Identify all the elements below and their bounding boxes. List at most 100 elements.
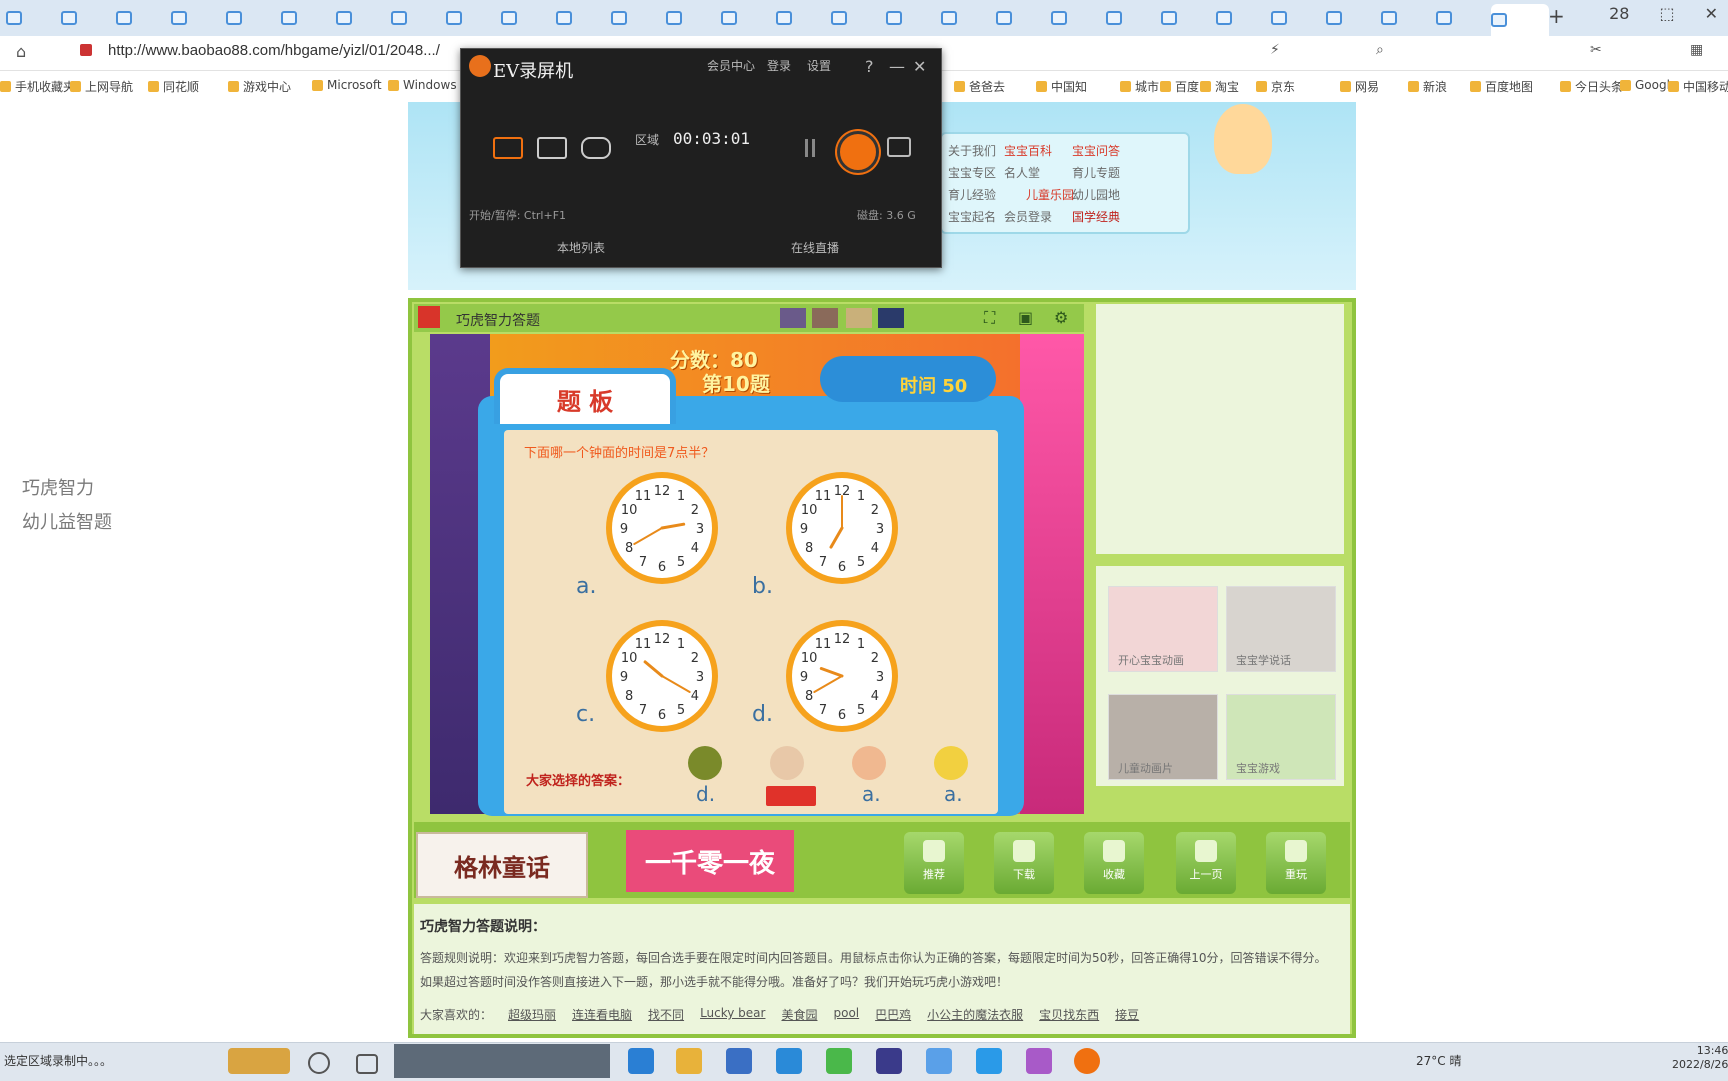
related-game-link[interactable]: 超级玛丽	[508, 1006, 556, 1023]
browser-tab[interactable]	[721, 6, 769, 30]
clock-option[interactable]: 1 2 3 4 5 6 7 8 9 10 11 12	[786, 472, 898, 584]
related-game-link[interactable]: pool	[833, 1006, 859, 1023]
bookmark-item[interactable]: 中国移动	[1668, 78, 1728, 95]
browser-tab[interactable]	[1491, 4, 1549, 36]
related-game-link[interactable]: 小公主的魔法衣服	[927, 1006, 1023, 1023]
game-mode-icon[interactable]	[581, 137, 611, 159]
close-button[interactable]: ✕	[1705, 4, 1718, 23]
record-stop-button[interactable]	[837, 131, 879, 173]
site-nav-link[interactable]: 幼儿园地	[1072, 186, 1120, 203]
bookmark-item[interactable]: 新浪	[1408, 78, 1447, 95]
bookmark-item[interactable]: 今日头条	[1560, 78, 1623, 95]
local-list-tab[interactable]: 本地列表	[557, 239, 605, 256]
grimm-tales-banner[interactable]: 格林童话	[416, 832, 588, 898]
settings-gear-icon[interactable]: ⚙	[1054, 308, 1068, 327]
site-nav-link[interactable]: 关于我们	[948, 142, 996, 159]
video-thumbnail-caption[interactable]: 儿童动画片	[1118, 760, 1173, 776]
clock-option[interactable]: 1 2 3 4 5 6 7 8 9 10 11 12	[606, 620, 718, 732]
browser-tab[interactable]	[6, 6, 54, 30]
video-thumbnail-caption[interactable]: 宝宝游戏	[1236, 760, 1280, 776]
bookmark-item[interactable]: 网易	[1340, 78, 1379, 95]
replay-button[interactable]: 重玩	[1266, 832, 1326, 894]
weather-text[interactable]: 27°C 晴	[1416, 1052, 1461, 1069]
apps-grid-icon[interactable]: ▦	[1690, 42, 1703, 58]
browser-tab[interactable]	[1271, 6, 1319, 30]
browser-tab[interactable]	[831, 6, 879, 30]
fullscreen-icon[interactable]: ⛶	[984, 308, 995, 328]
browser-tab[interactable]	[391, 6, 439, 30]
search-icon[interactable]: ⌕	[1376, 42, 1384, 58]
browser-tab[interactable]	[776, 6, 824, 30]
recorder-help-button[interactable]: ?	[865, 57, 874, 76]
previous-page-button[interactable]: 上一页	[1176, 832, 1236, 894]
cut-icon[interactable]: ✂	[1590, 42, 1602, 58]
skin-thumb-3[interactable]	[846, 308, 872, 328]
browser-tab[interactable]	[61, 6, 109, 30]
taskbar-clock[interactable]: 13:46 2022/8/26	[1672, 1044, 1728, 1072]
browser-tab[interactable]	[556, 6, 604, 30]
skin-thumb-2[interactable]	[812, 308, 838, 328]
new-tab-button[interactable]: +	[1548, 4, 1565, 28]
search-icon[interactable]	[308, 1052, 330, 1074]
related-game-link[interactable]: 接豆	[1115, 1006, 1139, 1023]
browser-tab[interactable]	[941, 6, 989, 30]
ev-recorder-icon[interactable]	[1074, 1048, 1100, 1074]
minimize-button[interactable]: 28	[1609, 4, 1629, 23]
clock-option-label[interactable]: b.	[752, 574, 773, 599]
video-thumbnail-caption[interactable]: 宝宝学说话	[1236, 652, 1291, 668]
bookmark-item[interactable]: Windows	[388, 78, 457, 92]
bookmark-item[interactable]: 上网导航	[70, 78, 133, 95]
browser-tab[interactable]	[666, 6, 714, 30]
browser-tab[interactable]	[336, 6, 384, 30]
bookmark-item[interactable]: 同花顺	[148, 78, 199, 95]
bookmark-item[interactable]: 爸爸去	[954, 78, 1005, 95]
clock-option[interactable]: 1 2 3 4 5 6 7 8 9 10 11 12	[606, 472, 718, 584]
browser-tab[interactable]	[171, 6, 219, 30]
bookmark-item[interactable]: 游戏中心	[228, 78, 291, 95]
browser-tab[interactable]	[1216, 6, 1264, 30]
site-nav-link[interactable]: 育儿经验	[948, 186, 996, 203]
skin-thumb-1[interactable]	[780, 308, 806, 328]
site-nav-link[interactable]: 名人堂	[1004, 164, 1040, 181]
screenshot-icon[interactable]	[887, 137, 911, 157]
region-mode-icon[interactable]	[537, 137, 567, 159]
related-game-link[interactable]: 美食园	[781, 1006, 817, 1023]
related-game-link[interactable]: Lucky bear	[700, 1006, 765, 1023]
lightning-icon[interactable]: ⚡	[1270, 42, 1280, 58]
skin-thumb-4[interactable]	[878, 308, 904, 328]
site-nav-link[interactable]: 育儿专题	[1072, 164, 1120, 181]
edge-browser-icon[interactable]	[628, 1048, 654, 1074]
site-nav-link[interactable]: 会员登录	[1004, 208, 1052, 225]
app-icon-green[interactable]	[826, 1048, 852, 1074]
file-explorer-icon[interactable]	[676, 1048, 702, 1074]
player-answer-2-slot[interactable]	[766, 786, 816, 806]
mail-icon[interactable]	[776, 1048, 802, 1074]
task-view-icon[interactable]	[356, 1054, 378, 1074]
app-icon-purple[interactable]	[1026, 1048, 1052, 1074]
related-game-link[interactable]: 巴巴鸡	[875, 1006, 911, 1023]
app-icon-dark[interactable]	[876, 1048, 902, 1074]
bookmark-item[interactable]: Microsoft	[312, 78, 382, 92]
bookmark-item[interactable]: 淘宝	[1200, 78, 1239, 95]
bookmark-item[interactable]: 手机收藏夹	[0, 78, 75, 95]
clock-option-label[interactable]: d.	[752, 702, 773, 727]
browser-tab[interactable]	[1326, 6, 1374, 30]
related-game-link[interactable]: 找不同	[648, 1006, 684, 1023]
browser-tab[interactable]	[611, 6, 659, 30]
site-nav-link[interactable]: 儿童乐园	[1026, 186, 1074, 203]
browser-tab[interactable]	[1106, 6, 1154, 30]
live-stream-tab[interactable]: 在线直播	[791, 239, 839, 256]
browser-tab[interactable]	[446, 6, 494, 30]
recommend-button[interactable]: 推荐	[904, 832, 964, 894]
favorite-button[interactable]: 收藏	[1084, 832, 1144, 894]
site-nav-link[interactable]: 宝宝专区	[948, 164, 996, 181]
browser-tab[interactable]	[501, 6, 549, 30]
recorder-member-link[interactable]: 会员中心	[707, 57, 755, 74]
app-icon-sky[interactable]	[976, 1048, 1002, 1074]
related-game-link[interactable]: 宝贝找东西	[1039, 1006, 1099, 1023]
recorder-login-link[interactable]: 登录	[767, 57, 791, 74]
bookmark-item[interactable]: 中国知	[1036, 78, 1087, 95]
bookmark-item[interactable]: 百度地图	[1470, 78, 1533, 95]
browser-tab[interactable]	[1161, 6, 1209, 30]
taskbar-thumbnail[interactable]	[228, 1048, 290, 1074]
